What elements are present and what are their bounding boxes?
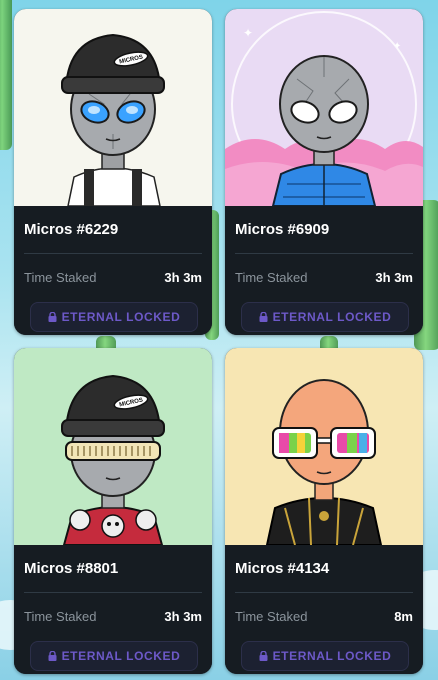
eternal-locked-button[interactable]: ETERNAL LOCKED — [241, 641, 409, 671]
lock-icon — [259, 651, 268, 661]
nft-image: ✦ ✦ — [225, 9, 423, 206]
nft-image — [225, 348, 423, 545]
time-staked-value: 3h 3m — [164, 270, 202, 285]
lock-icon — [48, 312, 57, 322]
time-staked-label: Time Staked — [235, 609, 308, 624]
divider — [235, 253, 413, 254]
svg-text:✦: ✦ — [243, 26, 253, 40]
nft-card[interactable]: Micros #4134 Time Staked 8m ETERNAL LOCK… — [225, 348, 423, 674]
button-label: ETERNAL LOCKED — [61, 649, 181, 663]
nft-title: Micros #6229 — [24, 221, 119, 238]
nft-image: MICROS — [14, 9, 212, 206]
button-label: ETERNAL LOCKED — [61, 310, 181, 324]
time-staked-value: 8m — [394, 609, 413, 624]
nft-card[interactable]: MICROS Micros #6229 Time Staked 3h 3m ET… — [14, 9, 212, 335]
eternal-locked-button[interactable]: ETERNAL LOCKED — [30, 302, 198, 332]
divider — [24, 253, 202, 254]
nft-card[interactable]: MICROS Micros #8801 Time Staked 3h 3m ET… — [14, 348, 212, 674]
eternal-locked-button[interactable]: ETERNAL LOCKED — [241, 302, 409, 332]
button-label: ETERNAL LOCKED — [272, 310, 392, 324]
nft-title: Micros #4134 — [235, 560, 330, 577]
button-label: ETERNAL LOCKED — [272, 649, 392, 663]
lock-icon — [259, 312, 268, 322]
time-staked-label: Time Staked — [235, 270, 308, 285]
nft-image: MICROS — [14, 348, 212, 545]
nft-title: Micros #6909 — [235, 221, 330, 238]
divider — [24, 592, 202, 593]
time-staked-value: 3h 3m — [375, 270, 413, 285]
nft-title: Micros #8801 — [24, 560, 119, 577]
divider — [235, 592, 413, 593]
time-staked-label: Time Staked — [24, 609, 97, 624]
lock-icon — [48, 651, 57, 661]
svg-text:✦: ✦ — [393, 41, 401, 52]
time-staked-label: Time Staked — [24, 270, 97, 285]
nft-card[interactable]: ✦ ✦ Micros #6909 Time Staked 3h 3m ETERN… — [225, 9, 423, 335]
eternal-locked-button[interactable]: ETERNAL LOCKED — [30, 641, 198, 671]
time-staked-value: 3h 3m — [164, 609, 202, 624]
